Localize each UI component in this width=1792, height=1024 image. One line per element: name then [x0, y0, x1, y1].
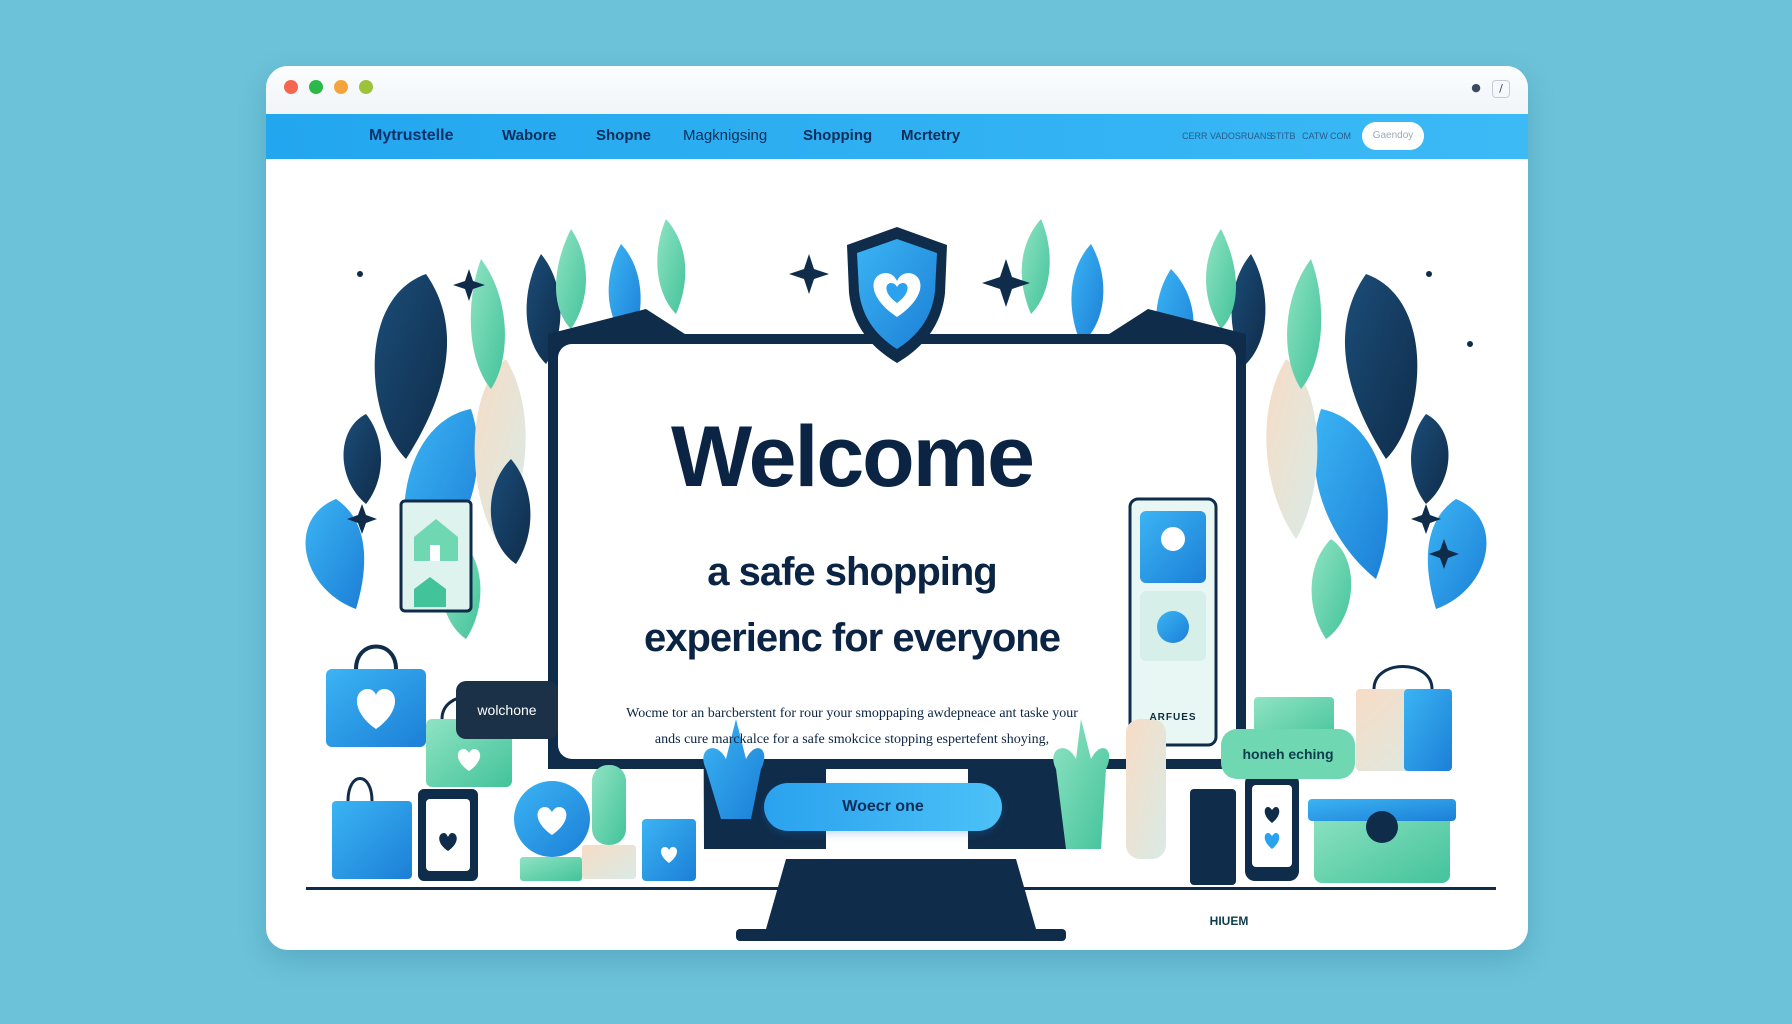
browser-titlebar: ● /: [266, 66, 1528, 114]
brand-logo[interactable]: Mytrustelle: [369, 127, 453, 145]
maximize-control[interactable]: [334, 80, 348, 94]
hero-subtitle-line-2: experienc for everyone: [644, 616, 1061, 660]
hero-title: Welcome: [671, 409, 1035, 505]
nav-item-3[interactable]: Magknigsing: [683, 127, 767, 144]
record-icon[interactable]: ●: [1468, 80, 1484, 96]
hero-body-line-2: ands cure marckalce for a safe smokcice …: [654, 732, 1050, 747]
minimize-control[interactable]: [309, 80, 323, 94]
phone-label: ARFUES: [1149, 712, 1197, 723]
hero-cta-button[interactable]: Woecr one: [764, 783, 1002, 831]
house-icon: [399, 499, 473, 613]
hero-body-line-1: Wocme tor an barcberstent for rour your …: [626, 706, 1078, 721]
nav-item-5[interactable]: Mcrtetry: [901, 127, 960, 144]
hero-subtitle-line-1: a safe shopping: [707, 550, 998, 594]
nav-small-link-2[interactable]: STITB: [1270, 131, 1296, 141]
nav-action-button[interactable]: Gaendoy: [1362, 122, 1424, 150]
hero-body-text: Wocme tor an barcberstent for rour your …: [552, 701, 1152, 753]
nav-small-link-1[interactable]: CERR VADOSRUANS: [1182, 131, 1272, 141]
hero-subtitle: a safe shopping experienc for everyone: [532, 539, 1172, 671]
nav-small-link-3[interactable]: CATW: [1302, 131, 1328, 141]
nav-item-2[interactable]: Shopne: [596, 127, 651, 144]
browser-window: ● / Mytrustelle Wabore Shopne Magknigsin…: [266, 66, 1528, 950]
hero-stage: Welcome a safe shopping experienc for ev…: [266, 159, 1528, 950]
box-label: HIUEM: [1209, 914, 1249, 928]
nav-small-link-4[interactable]: COM: [1330, 131, 1351, 141]
extra-control[interactable]: [359, 80, 373, 94]
left-welcome-tag: wolchone: [456, 681, 558, 739]
nav-item-1[interactable]: Wabore: [502, 127, 556, 144]
right-feature-button[interactable]: honeh eching: [1221, 729, 1355, 779]
close-control[interactable]: [284, 80, 298, 94]
site-navbar: Mytrustelle Wabore Shopne Magknigsing Sh…: [266, 114, 1528, 159]
nav-item-4[interactable]: Shopping: [803, 127, 872, 144]
edit-icon[interactable]: /: [1492, 80, 1510, 98]
